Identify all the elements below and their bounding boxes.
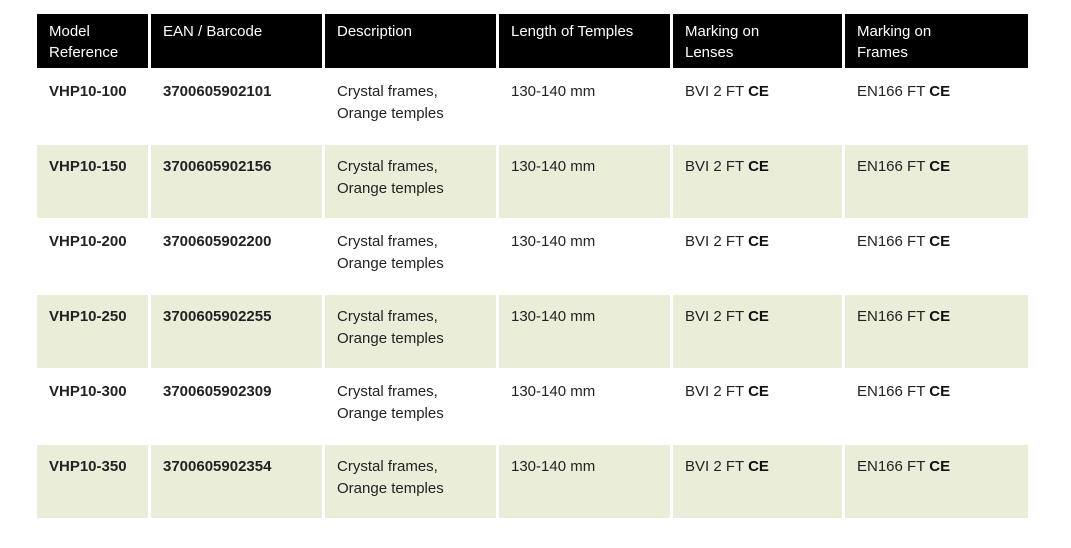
lens-marking-cell: BVI 2 FT CE: [673, 295, 842, 368]
header-ean-barcode: EAN / Barcode: [151, 14, 322, 68]
frame-marking-cell: EN166 FT CE: [857, 83, 951, 100]
description-cell: Crystal frames, Orange temples: [337, 83, 444, 122]
lens-marking-cell: BVI 2 FT CE: [685, 233, 769, 250]
header-marking-on-frames: Marking on Frames: [845, 14, 1028, 68]
model-reference-cell: VHP10-350: [37, 445, 148, 518]
ce-mark: CE: [748, 383, 769, 400]
product-spec-table: Model Reference EAN / Barcode Descriptio…: [34, 12, 1031, 520]
header-model-reference: Model Reference: [37, 14, 148, 68]
table-row: VHP10-100 3700605902101 Crystal frames, O…: [37, 70, 1028, 143]
model-reference-cell: VHP10-250: [37, 295, 148, 368]
header-description: Description: [325, 14, 496, 68]
frame-marking-cell: EN166 FT CE: [857, 233, 951, 250]
model-reference-cell: VHP10-150: [37, 145, 148, 218]
ean-barcode-cell: 3700605902200: [163, 233, 272, 250]
description-cell: Crystal frames, Orange temples: [337, 233, 444, 272]
temple-length-cell: 130-140 mm: [499, 145, 670, 218]
table-row: VHP10-350 3700605902354 Crystal frames, O…: [37, 445, 1028, 518]
description-cell: Crystal frames, Orange temples: [337, 383, 444, 422]
ce-mark: CE: [929, 158, 951, 175]
description-cell: Crystal frames, Orange temples: [325, 145, 496, 218]
ce-mark: CE: [748, 308, 769, 325]
ce-mark: CE: [929, 458, 951, 475]
table-header-row: Model Reference EAN / Barcode Descriptio…: [37, 14, 1028, 68]
ce-mark: CE: [929, 233, 951, 250]
ean-barcode-cell: 3700605902156: [151, 145, 322, 218]
description-cell: Crystal frames, Orange temples: [325, 295, 496, 368]
header-length-of-temples: Length of Temples: [499, 14, 670, 68]
table-row: VHP10-300 3700605902309 Crystal frames, O…: [37, 370, 1028, 443]
ce-mark: CE: [929, 383, 951, 400]
table-row: VHP10-150 3700605902156 Crystal frames, O…: [37, 145, 1028, 218]
table-row: VHP10-200 3700605902200 Crystal frames, O…: [37, 220, 1028, 293]
frame-marking-cell: EN166 FT CE: [845, 445, 1028, 518]
ean-barcode-cell: 3700605902309: [163, 383, 272, 400]
temple-length-cell: 130-140 mm: [511, 233, 596, 250]
ean-barcode-cell: 3700605902255: [151, 295, 322, 368]
model-reference-cell: VHP10-100: [49, 83, 127, 100]
ce-mark: CE: [748, 458, 769, 475]
ean-barcode-cell: 3700605902354: [151, 445, 322, 518]
temple-length-cell: 130-140 mm: [511, 83, 596, 100]
temple-length-cell: 130-140 mm: [511, 383, 596, 400]
frame-marking-cell: EN166 FT CE: [845, 295, 1028, 368]
lens-marking-cell: BVI 2 FT CE: [685, 383, 769, 400]
description-cell: Crystal frames, Orange temples: [325, 445, 496, 518]
ce-mark: CE: [748, 233, 769, 250]
ce-mark: CE: [748, 83, 769, 100]
lens-marking-cell: BVI 2 FT CE: [673, 145, 842, 218]
lens-marking-cell: BVI 2 FT CE: [673, 445, 842, 518]
temple-length-cell: 130-140 mm: [499, 295, 670, 368]
ce-mark: CE: [929, 308, 951, 325]
temple-length-cell: 130-140 mm: [499, 445, 670, 518]
header-marking-on-lenses: Marking on Lenses: [673, 14, 842, 68]
ce-mark: CE: [748, 158, 769, 175]
ce-mark: CE: [929, 83, 951, 100]
model-reference-cell: VHP10-300: [49, 383, 127, 400]
lens-marking-cell: BVI 2 FT CE: [685, 83, 769, 100]
ean-barcode-cell: 3700605902101: [163, 83, 272, 100]
table-row: VHP10-250 3700605902255 Crystal frames, O…: [37, 295, 1028, 368]
model-reference-cell: VHP10-200: [49, 233, 127, 250]
frame-marking-cell: EN166 FT CE: [845, 145, 1028, 218]
frame-marking-cell: EN166 FT CE: [857, 383, 951, 400]
